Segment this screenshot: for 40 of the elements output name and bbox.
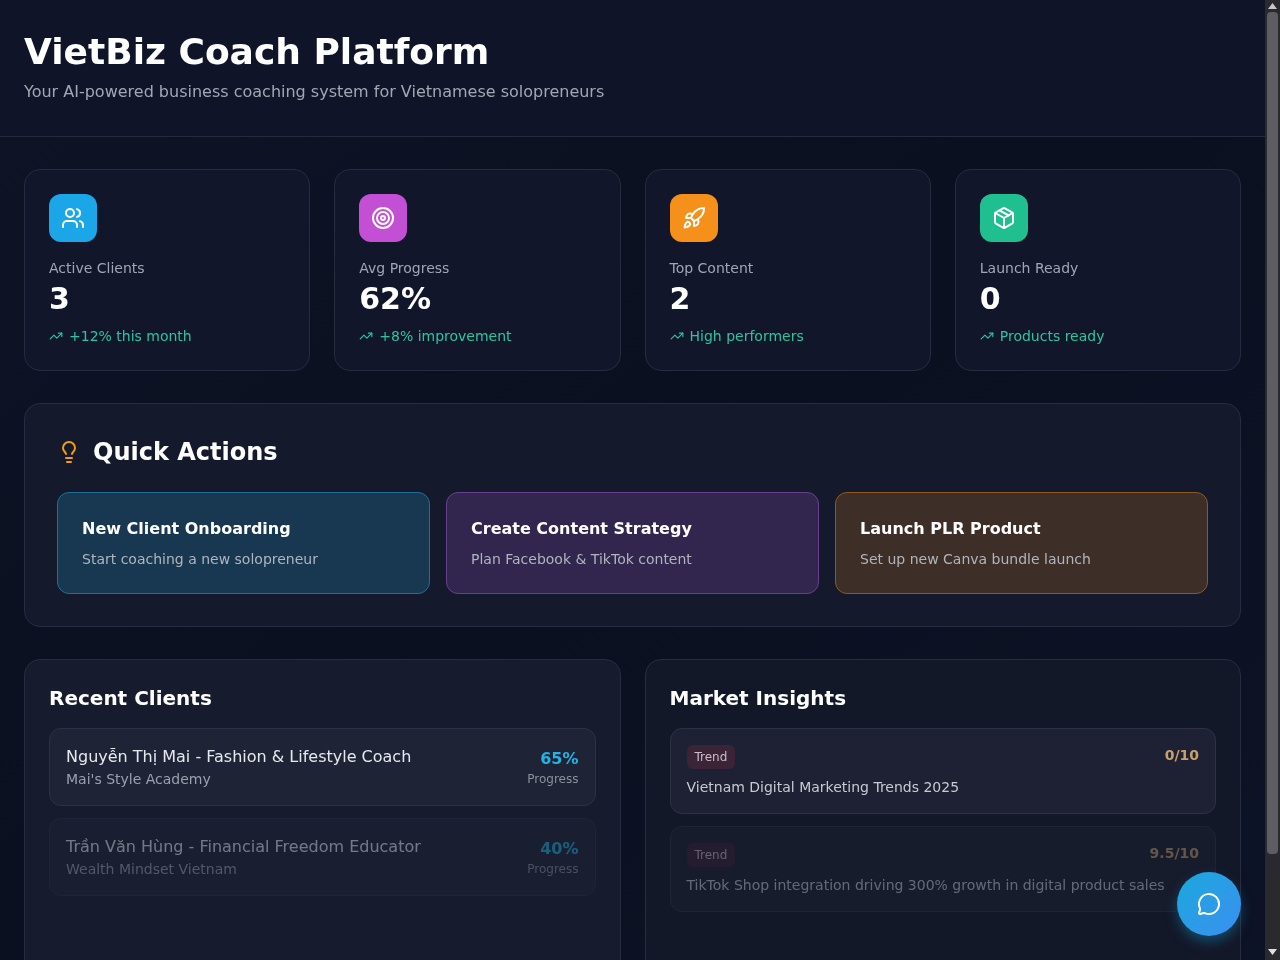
insight-score: 9.5/10 xyxy=(1149,844,1199,863)
section-title: Recent Clients xyxy=(49,685,213,712)
progress-label: Progress xyxy=(527,771,579,787)
insight-card[interactable]: Trend 0/10 Vietnam Digital Marketing Trends 2025 xyxy=(669,728,1216,814)
progress-value: 40% xyxy=(540,838,579,860)
progress-value: 65% xyxy=(540,748,579,770)
quick-action-button[interactable]: New Client Onboarding Start coaching a new solopreneur xyxy=(57,492,430,594)
client-business: Mai's Style Academy xyxy=(66,770,212,789)
stat-label: Launch Ready xyxy=(979,259,1080,278)
caret-down-icon[interactable] xyxy=(1268,949,1277,955)
section-title: Market Insights xyxy=(669,685,848,712)
scrollbar[interactable] xyxy=(1265,0,1280,960)
client-name: Nguyễn Thị Mai - Fashion & Lifestyle Coach xyxy=(66,746,412,768)
stat-label: Avg Progress xyxy=(359,259,451,278)
scrollbar-thumb[interactable] xyxy=(1267,12,1278,854)
stat-value: 62% xyxy=(359,281,433,317)
client-card[interactable]: Nguyễn Thị Mai - Fashion & Lifestyle Coach Mai's Style Academy 65% Progress xyxy=(49,728,596,806)
quick-action-button[interactable]: Create Content Strategy Plan Facebook & TikTok content xyxy=(446,492,819,594)
stat-trend: High performers xyxy=(689,327,804,346)
insight-score: 0/10 xyxy=(1164,746,1199,765)
chat-bubble-icon xyxy=(1197,892,1221,916)
stat-value: 0 xyxy=(979,281,1002,317)
stat-label: Top Content xyxy=(669,259,755,278)
stat-trend: +12% this month xyxy=(69,327,192,346)
quick-action-button[interactable]: Launch PLR Product Set up new Canva bundle launch xyxy=(835,492,1208,594)
client-business: Wealth Mindset Vietnam xyxy=(66,860,238,879)
page-subtitle: Your AI-powered business coaching system for Vietnamese solopreneurs xyxy=(24,81,606,103)
page-title: VietBiz Coach Platform xyxy=(24,32,491,72)
stat-value: 3 xyxy=(49,281,71,317)
section-title: Quick Actions xyxy=(93,437,278,468)
trend-tag: Trend xyxy=(686,843,736,867)
insight-text: TikTok Shop integration driving 300% growth in digital product sales xyxy=(686,876,1166,895)
stat-trend: +8% improvement xyxy=(379,327,512,346)
caret-up-icon[interactable] xyxy=(1268,3,1277,9)
trend-tag: Trend xyxy=(686,745,736,769)
client-name: Trần Văn Hùng - Financial Freedom Educator xyxy=(66,836,421,858)
stat-value: 2 xyxy=(669,281,692,317)
stat-trend: Products ready xyxy=(999,327,1105,346)
stat-label: Active Clients xyxy=(49,259,146,278)
insight-text: Vietnam Digital Marketing Trends 2025 xyxy=(686,778,961,797)
